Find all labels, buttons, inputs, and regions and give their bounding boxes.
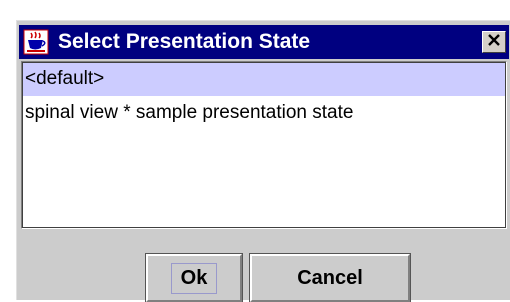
list-item-default[interactable]: <default> bbox=[22, 62, 506, 96]
cancel-button-label: Cancel bbox=[297, 266, 363, 289]
title-bar[interactable]: Select Presentation State bbox=[19, 25, 509, 59]
select-presentation-state-dialog: Select Presentation State <default> spin… bbox=[16, 20, 510, 302]
close-icon bbox=[487, 33, 501, 52]
close-button[interactable] bbox=[482, 31, 506, 53]
ok-button[interactable]: Ok bbox=[145, 253, 243, 302]
cancel-button[interactable]: Cancel bbox=[249, 253, 411, 302]
presentation-state-list[interactable]: <default> spinal view * sample presentat… bbox=[21, 61, 507, 229]
list-item-spinal-view[interactable]: spinal view * sample presentation state bbox=[22, 96, 506, 130]
window-title: Select Presentation State bbox=[58, 30, 311, 53]
java-cup-icon bbox=[22, 28, 50, 56]
ok-button-label: Ok bbox=[170, 262, 218, 294]
